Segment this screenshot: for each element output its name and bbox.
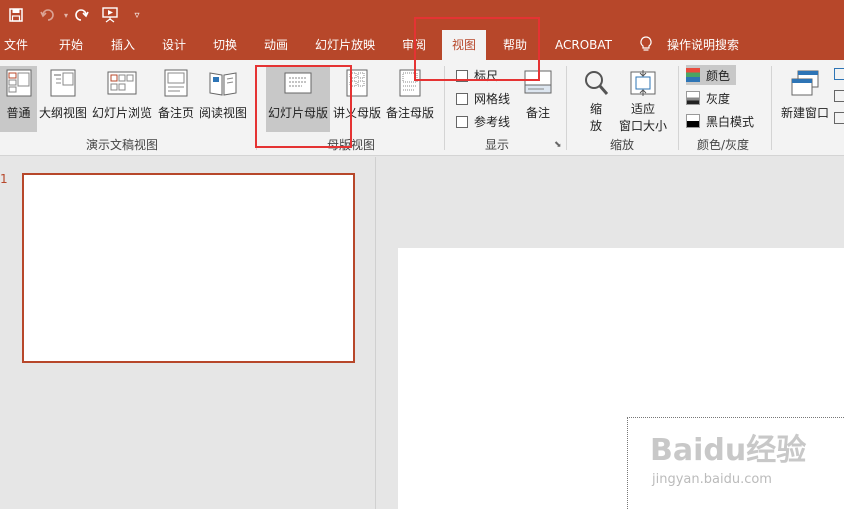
tab-animations[interactable]: 动画	[264, 30, 288, 60]
fit-label-line2: 窗口大小	[618, 119, 667, 133]
slide-thumbnail[interactable]	[22, 173, 355, 363]
tab-home[interactable]: 开始	[59, 30, 83, 60]
redo-icon[interactable]	[70, 4, 92, 26]
group-label-presentation-views: 演示文稿视图	[86, 138, 159, 152]
magnifier-icon	[580, 68, 612, 98]
tab-transitions[interactable]: 切换	[213, 30, 237, 60]
reading-view-label: 阅读视图	[198, 106, 247, 120]
slide-master-icon	[282, 68, 314, 98]
group-label-master-views: 母版视图	[327, 138, 376, 152]
fit-to-window-icon	[627, 68, 659, 98]
new-window-label: 新建窗口	[780, 106, 829, 120]
baidu-watermark-logo: Baidu经验	[650, 433, 807, 468]
tell-me-search[interactable]: 操作说明搜索	[667, 30, 739, 60]
zoom-label-line2: 放	[589, 119, 602, 133]
dialog-launcher-icon[interactable]: ⬊	[554, 140, 562, 150]
reading-view-icon	[207, 68, 239, 98]
tab-review[interactable]: 审阅	[402, 30, 426, 60]
tab-design[interactable]: 设计	[162, 30, 186, 60]
ribbon-view: 普通 大纲视图 幻灯片浏览 备注页 阅读视图 演示文稿视图 幻灯片母版 讲义母版…	[0, 60, 844, 156]
new-window-icon	[789, 68, 821, 98]
group-separator	[256, 66, 257, 150]
reading-view-button[interactable]: 阅读视图	[198, 66, 248, 132]
cascade-icon[interactable]	[834, 90, 844, 102]
slide-sorter-button[interactable]: 幻灯片浏览	[90, 66, 154, 132]
arrange-all-icon[interactable]	[834, 68, 844, 80]
undo-icon[interactable]	[34, 4, 62, 26]
fit-to-window-button[interactable]: 适应 窗口大小	[616, 66, 670, 133]
notes-button[interactable]: 备注	[520, 66, 556, 132]
title-bar: ▾ ▿	[0, 0, 844, 30]
notes-label: 备注	[525, 106, 550, 120]
black-white-swatch-icon	[686, 114, 700, 128]
group-separator	[444, 66, 445, 150]
slide-sorter-icon	[106, 68, 138, 98]
notes-icon	[522, 68, 554, 98]
color-swatch-icon	[686, 68, 700, 82]
tab-view[interactable]: 视图	[442, 30, 487, 60]
outline-view-icon	[47, 68, 79, 98]
fit-label-line1: 适应	[630, 102, 655, 116]
zoom-label-line1: 缩	[589, 102, 602, 116]
black-white-mode-button[interactable]: 黑白模式	[686, 111, 754, 131]
group-separator	[678, 66, 679, 150]
notes-page-button[interactable]: 备注页	[156, 66, 196, 132]
start-from-beginning-icon[interactable]	[98, 4, 122, 26]
zoom-button[interactable]: 缩 放	[578, 66, 614, 133]
customize-qat-icon[interactable]: ▿	[130, 4, 144, 26]
notes-page-icon	[160, 68, 192, 98]
notes-page-label: 备注页	[157, 106, 194, 120]
slide-master-label: 幻灯片母版	[267, 106, 328, 120]
slide-number: 1	[0, 172, 8, 186]
normal-view-button[interactable]: 普通	[0, 66, 37, 132]
baidu-watermark-url: jingyan.baidu.com	[652, 472, 772, 487]
ribbon-tab-bar: 文件 开始 插入 设计 切换 动画 幻灯片放映 审阅 视图 帮助 ACROBAT…	[0, 30, 844, 60]
group-label-show: 显示	[485, 138, 510, 152]
tab-file[interactable]: 文件	[4, 30, 28, 60]
tab-acrobat[interactable]: ACROBAT	[555, 30, 612, 60]
tab-help[interactable]: 帮助	[503, 30, 527, 60]
move-split-icon[interactable]	[834, 112, 844, 124]
outline-view-label: 大纲视图	[38, 106, 87, 120]
slide-canvas[interactable]	[398, 248, 844, 509]
guides-checkbox[interactable]: 参考线	[456, 113, 510, 130]
gridlines-checkbox[interactable]: 网格线	[456, 90, 510, 107]
tab-slideshow[interactable]: 幻灯片放映	[315, 30, 375, 60]
undo-dropdown-icon[interactable]: ▾	[62, 4, 70, 26]
normal-view-icon	[3, 68, 35, 98]
lightbulb-icon	[640, 30, 652, 60]
outline-view-button[interactable]: 大纲视图	[38, 66, 88, 132]
group-separator	[771, 66, 772, 150]
ruler-checkbox[interactable]: 标尺	[456, 67, 498, 84]
group-separator	[566, 66, 567, 150]
notes-master-icon	[394, 68, 426, 98]
group-label-color: 颜色/灰度	[697, 138, 750, 152]
grayscale-swatch-icon	[686, 91, 700, 105]
save-icon[interactable]	[4, 4, 28, 26]
normal-view-label: 普通	[6, 106, 31, 120]
tab-insert[interactable]: 插入	[111, 30, 135, 60]
slide-sorter-label: 幻灯片浏览	[91, 106, 152, 120]
grayscale-mode-button[interactable]: 灰度	[686, 88, 730, 108]
new-window-button[interactable]: 新建窗口	[778, 66, 832, 132]
notes-master-button[interactable]: 备注母版	[385, 66, 435, 132]
handout-master-button[interactable]: 讲义母版	[332, 66, 382, 132]
slide-master-button[interactable]: 幻灯片母版	[266, 66, 330, 132]
group-label-zoom: 缩放	[610, 138, 635, 152]
color-mode-button[interactable]: 颜色	[686, 65, 737, 85]
slide-thumbnail-pane: 1	[0, 157, 376, 509]
handout-master-icon	[341, 68, 373, 98]
handout-master-label: 讲义母版	[332, 106, 381, 120]
notes-master-label: 备注母版	[385, 106, 434, 120]
